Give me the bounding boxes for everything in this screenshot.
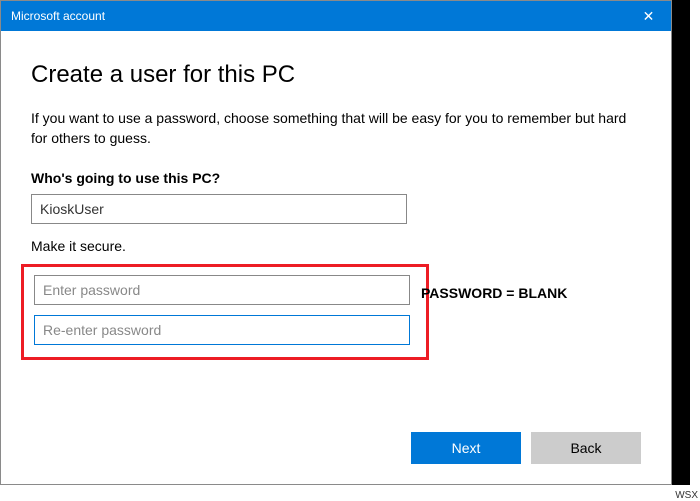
username-label: Who's going to use this PC? — [31, 170, 641, 186]
right-black-strip — [672, 0, 690, 485]
description-text: If you want to use a password, choose so… — [31, 109, 641, 148]
secure-label: Make it secure. — [31, 238, 641, 254]
username-input[interactable] — [31, 194, 407, 224]
button-row: Next Back — [411, 432, 641, 464]
back-button[interactable]: Back — [531, 432, 641, 464]
content-area: Create a user for this PC If you want to… — [1, 31, 671, 380]
titlebar: Microsoft account ✕ — [1, 1, 671, 31]
page-title: Create a user for this PC — [31, 61, 641, 89]
window-title: Microsoft account — [11, 9, 105, 23]
watermark: WSX — [675, 490, 698, 501]
next-button[interactable]: Next — [411, 432, 521, 464]
dialog-window: Microsoft account ✕ Create a user for th… — [0, 0, 672, 485]
close-button[interactable]: ✕ — [626, 1, 671, 31]
annotation-text: PASSWORD = BLANK — [421, 285, 567, 301]
password-highlight-box — [21, 264, 429, 360]
close-icon: ✕ — [643, 8, 655, 25]
reenter-password-input[interactable] — [34, 315, 410, 345]
password-input[interactable] — [34, 275, 410, 305]
